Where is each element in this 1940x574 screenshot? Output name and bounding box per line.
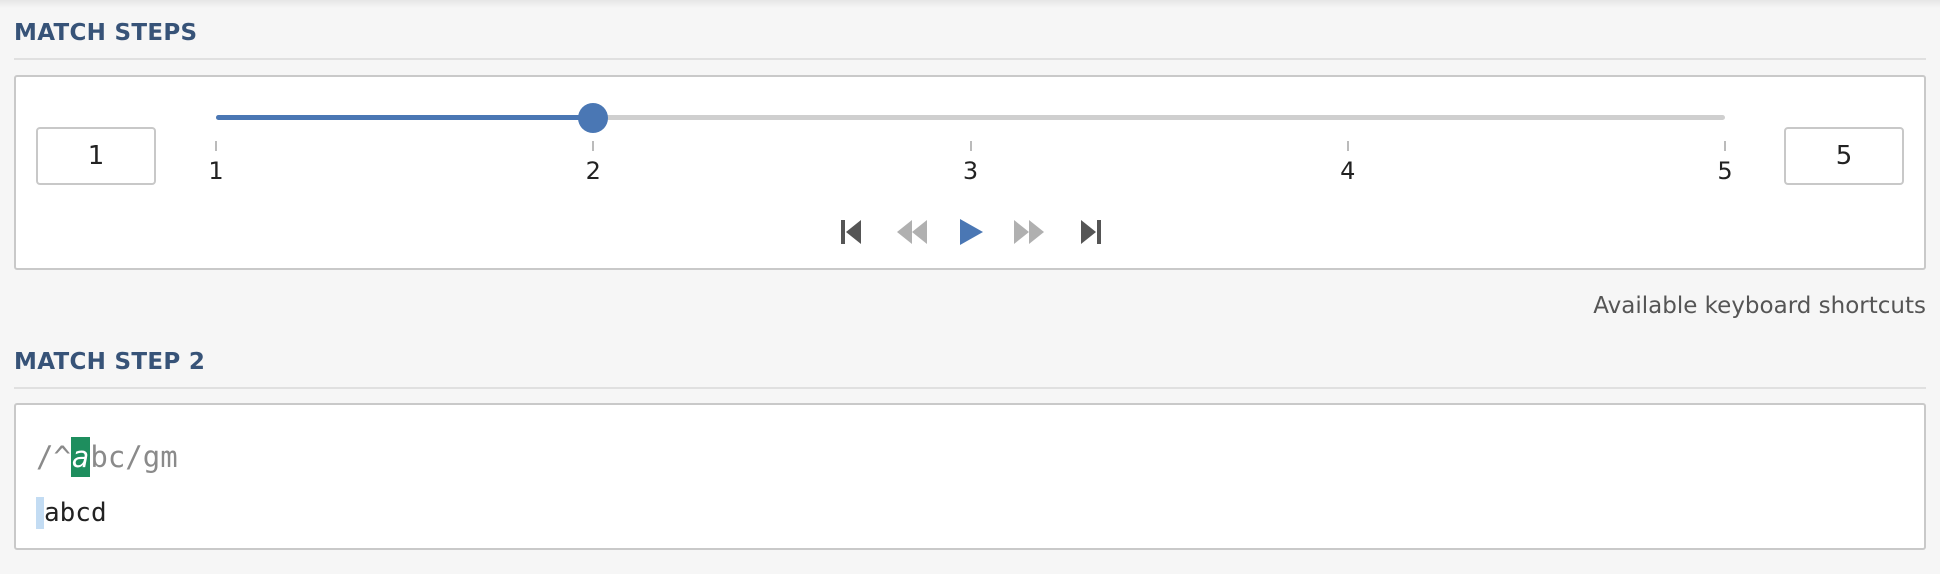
slider-tick-label: 2 [585, 157, 601, 185]
first-step-button[interactable] [838, 216, 864, 248]
slider-tick [592, 141, 595, 151]
play-button[interactable] [956, 216, 986, 248]
min-step-box[interactable]: 1 [36, 127, 156, 185]
slider-tick [1724, 141, 1726, 151]
last-step-button[interactable] [1078, 216, 1104, 248]
last-step-icon [1081, 220, 1101, 244]
slider-tick-label: 3 [962, 157, 979, 185]
next-step-icon [1014, 220, 1044, 244]
slider-tick [969, 141, 972, 151]
slider-tick-label: 5 [1717, 157, 1733, 185]
match-steps-divider [14, 58, 1926, 60]
test-string: abcd [44, 498, 107, 528]
test-string-display: abcd [36, 496, 107, 530]
next-step-button[interactable] [1012, 216, 1046, 248]
match-steps-title: MATCH STEPS [14, 20, 198, 46]
max-step-box[interactable]: 5 [1784, 127, 1904, 185]
match-step-panel [14, 403, 1926, 550]
previous-step-button[interactable] [895, 216, 929, 248]
match-step-title: MATCH STEP 2 [14, 349, 206, 375]
previous-step-icon [897, 220, 927, 244]
slider-tick [215, 141, 217, 151]
top-shade [0, 0, 1940, 8]
match-step-divider [14, 387, 1926, 389]
regex-suffix: bc/gm [90, 440, 178, 474]
regex-prefix: /^ [36, 440, 71, 474]
slider-tick [1346, 141, 1349, 151]
match-position-marker [36, 497, 44, 529]
keyboard-shortcuts-link[interactable]: Available keyboard shortcuts [1593, 293, 1926, 319]
regex-display: /^ a bc/gm [36, 437, 178, 477]
play-icon [960, 219, 983, 245]
slider-track-fill [216, 115, 594, 120]
slider-tick-label: 1 [208, 157, 224, 185]
regex-current-token: a [70, 437, 91, 477]
first-step-icon [841, 220, 861, 244]
slider-tick-label: 4 [1340, 157, 1356, 185]
